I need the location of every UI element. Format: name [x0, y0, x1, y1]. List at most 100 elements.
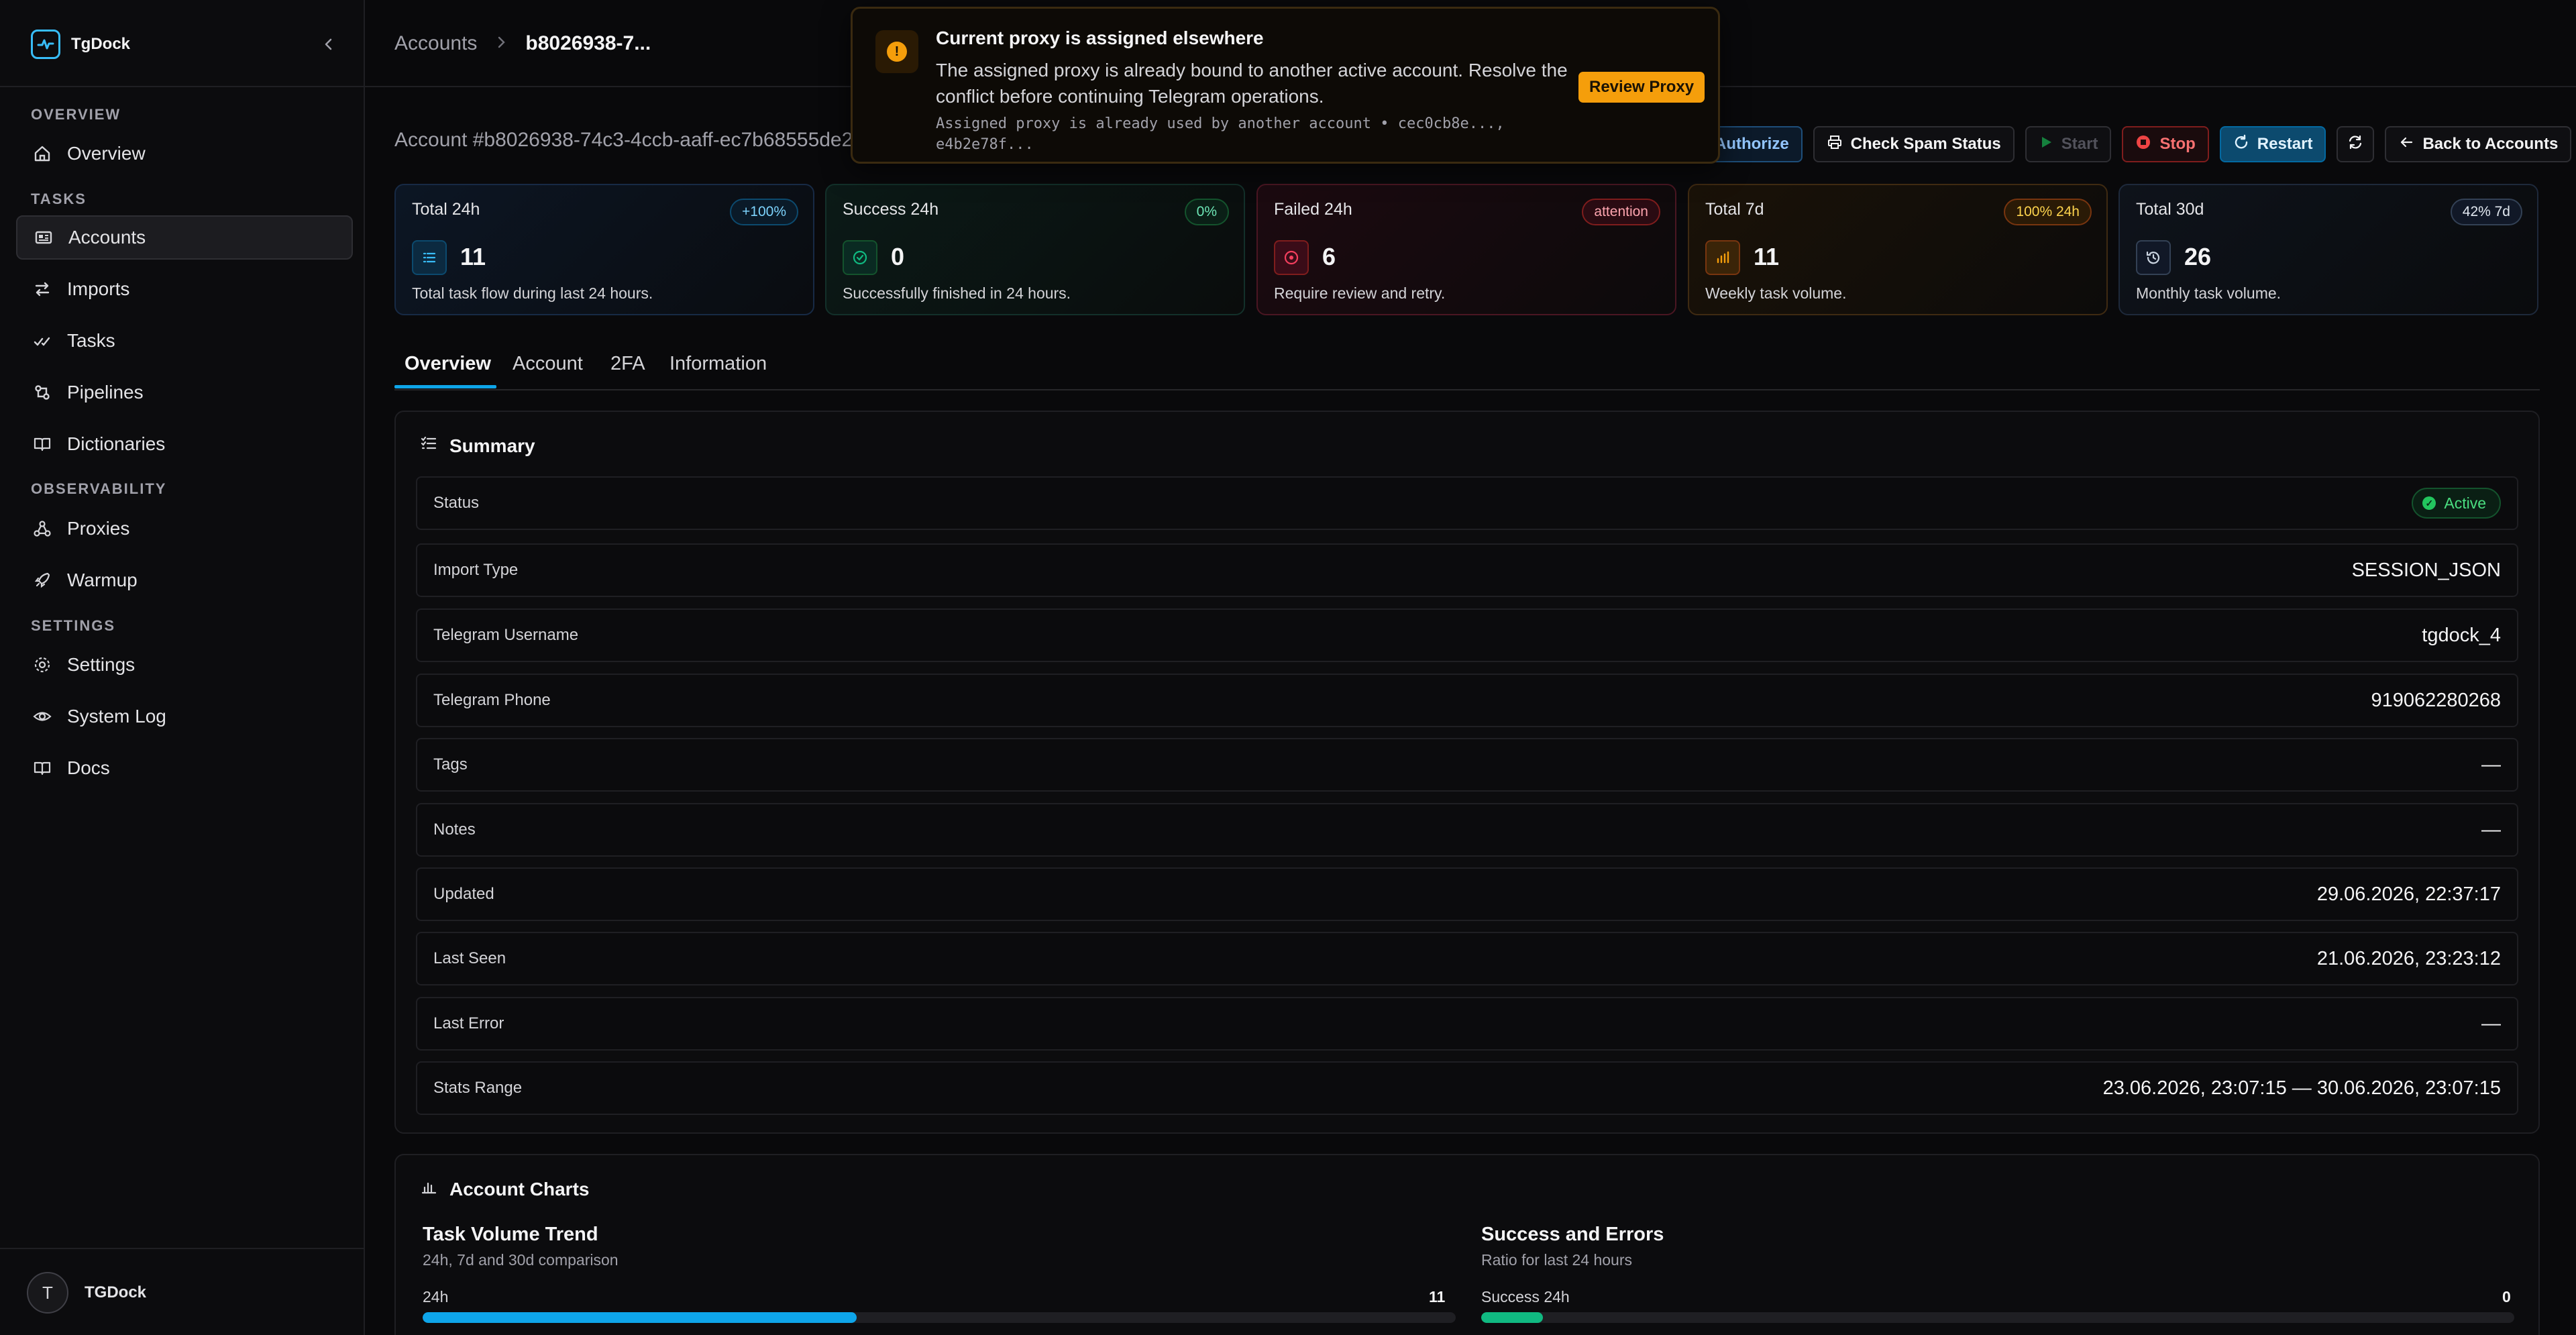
stat-badge: 100% 24h [2004, 199, 2092, 225]
account-id-title: Account #b8026938-74c3-4ccb-aaff-ec7b685… [394, 129, 853, 151]
tab-2fa[interactable]: 2FA [610, 353, 645, 375]
summary-row-import-type: Import Type SESSION_JSON [416, 543, 2518, 597]
tab-information[interactable]: Information [669, 353, 767, 375]
chevron-left-icon [325, 38, 332, 50]
restart-button[interactable]: Restart [2219, 126, 2326, 162]
sidebar-item-proxies[interactable]: Proxies [16, 506, 353, 551]
summary-row-notes: Notes — [416, 803, 2518, 857]
stop-label: Stop [2159, 135, 2196, 153]
restart-label: Restart [2257, 135, 2313, 153]
toast-body: The assigned proxy is already bound to a… [936, 60, 1568, 107]
task-volume-bar-fill [423, 1312, 857, 1323]
stat-value: 11 [1754, 243, 1780, 270]
row-value: SESSION_JSON [2351, 559, 2501, 581]
sidebar-item-overview[interactable]: Overview [16, 131, 353, 176]
section-label-tasks: TASKS [31, 191, 87, 207]
chart-subtitle: 24h, 7d and 30d comparison [423, 1251, 619, 1269]
sidebar-item-label: System Log [67, 706, 166, 727]
sidebar-item-label: Proxies [67, 518, 130, 539]
row-label: Notes [433, 820, 476, 839]
printer-icon [1827, 134, 1843, 155]
stat-card-failed-24h: Failed 24h attention 6 Require review an… [1256, 184, 1676, 315]
start-button[interactable]: Start [2025, 126, 2112, 162]
row-label: Tags [433, 755, 468, 773]
check-spam-status-button[interactable]: Check Spam Status [1813, 126, 2015, 162]
sidebar-item-label: Tasks [67, 330, 115, 351]
toast-detail: Assigned proxy is already used by anothe… [936, 113, 1573, 155]
bar-value: 11 [1429, 1288, 1446, 1305]
history-icon [2136, 240, 2171, 275]
sidebar-item-docs[interactable]: Docs [16, 746, 353, 790]
user-menu[interactable]: T TGDock [27, 1272, 146, 1314]
check-spam-label: Check Spam Status [1850, 135, 2001, 153]
task-volume-bar-track [423, 1312, 1456, 1323]
rotate-icon [2233, 134, 2249, 155]
stat-label: Failed 24h [1274, 200, 1352, 219]
sidebar-item-system-log[interactable]: System Log [16, 694, 353, 739]
tab-account[interactable]: Account [513, 353, 583, 375]
summary-row-last-error: Last Error — [416, 997, 2518, 1051]
proxies-icon [32, 519, 52, 539]
row-value: tgdock_4 [2422, 624, 2501, 646]
charts-title: Account Charts [420, 1178, 589, 1200]
stat-badge: 0% [1184, 199, 1229, 225]
summary-row-telegram-username: Telegram Username tgdock_4 [416, 608, 2518, 662]
stat-value: 6 [1322, 243, 1336, 270]
home-icon [32, 144, 52, 164]
stat-card-total-24h: Total 24h +100% 11 Total task flow durin… [394, 184, 814, 315]
stat-badge: 42% 7d [2450, 199, 2522, 225]
status-badge: ✓ Active [2412, 488, 2501, 519]
bar-chart-icon [1705, 240, 1740, 275]
rocket-icon [32, 570, 52, 590]
back-to-accounts-button[interactable]: Back to Accounts [2385, 126, 2572, 162]
stop-button[interactable]: Stop [2122, 126, 2209, 162]
section-label-overview: OVERVIEW [31, 106, 121, 123]
warning-icon: ! [875, 30, 918, 73]
book-icon [32, 434, 52, 454]
summary-title: Summary [420, 435, 535, 457]
stat-badge: +100% [730, 199, 798, 225]
sidebar-item-settings[interactable]: Settings [16, 643, 353, 687]
book-icon [32, 758, 52, 778]
breadcrumb-accounts-link[interactable]: Accounts [394, 32, 477, 55]
charts-title-text: Account Charts [449, 1178, 590, 1199]
row-label: Status [433, 494, 480, 512]
summary-row-updated: Updated 29.06.2026, 22:37:17 [416, 867, 2518, 921]
list-checks-icon [420, 435, 437, 457]
row-value: — [2481, 753, 2501, 776]
success-and-errors: Success and Errors Ratio for last 24 hou… [1481, 1224, 1664, 1269]
imports-icon [32, 279, 52, 299]
summary-row-last-seen: Last Seen 21.06.2026, 23:23:12 [416, 932, 2518, 985]
active-tab-indicator [394, 385, 496, 388]
account-toolbar: Authorize Check Spam Status Start Stop R… [1701, 126, 2572, 162]
success-bar-fill [1481, 1312, 1544, 1323]
tab-overview[interactable]: Overview [405, 353, 491, 375]
sidebar-item-pipelines[interactable]: Pipelines [16, 370, 353, 415]
sidebar-item-accounts[interactable]: Accounts [16, 215, 353, 260]
tab-bar: Overview Account 2FA Information [394, 348, 2540, 390]
stat-desc: Total task flow during last 24 hours. [412, 284, 653, 302]
arrow-left-icon [2398, 134, 2414, 155]
sidebar-item-tasks[interactable]: Tasks [16, 319, 353, 363]
toast-detail-line: e4b2e78f... [936, 136, 1034, 153]
row-value: 919062280268 [2371, 689, 2501, 711]
refresh-button[interactable] [2337, 126, 2375, 162]
brand[interactable]: TgDock [31, 30, 130, 59]
breadcrumb-current: b8026938-7... [525, 32, 651, 54]
stat-desc: Weekly task volume. [1705, 284, 1847, 302]
collapse-sidebar-button[interactable] [315, 31, 342, 58]
sidebar-item-imports[interactable]: Imports [16, 267, 353, 311]
chart-title: Task Volume Trend [423, 1224, 598, 1245]
sidebar-item-warmup[interactable]: Warmup [16, 558, 353, 602]
stat-desc: Require review and retry. [1274, 284, 1446, 302]
row-label: Import Type [433, 561, 519, 579]
review-proxy-button[interactable]: Review Proxy [1578, 72, 1705, 103]
stat-card-success-24h: Success 24h 0% 0 Successfully finished i… [825, 184, 1245, 315]
sidebar-item-dictionaries[interactable]: Dictionaries [16, 422, 353, 466]
stat-label: Total 24h [412, 200, 480, 219]
sidebar-divider [0, 1248, 365, 1249]
row-label: Last Error [433, 1014, 504, 1032]
section-label-observability: OBSERVABILITY [31, 480, 167, 497]
pipelines-icon [32, 382, 52, 403]
account-charts-panel: Account Charts Task Volume Trend 24h, 7d… [394, 1154, 2540, 1335]
